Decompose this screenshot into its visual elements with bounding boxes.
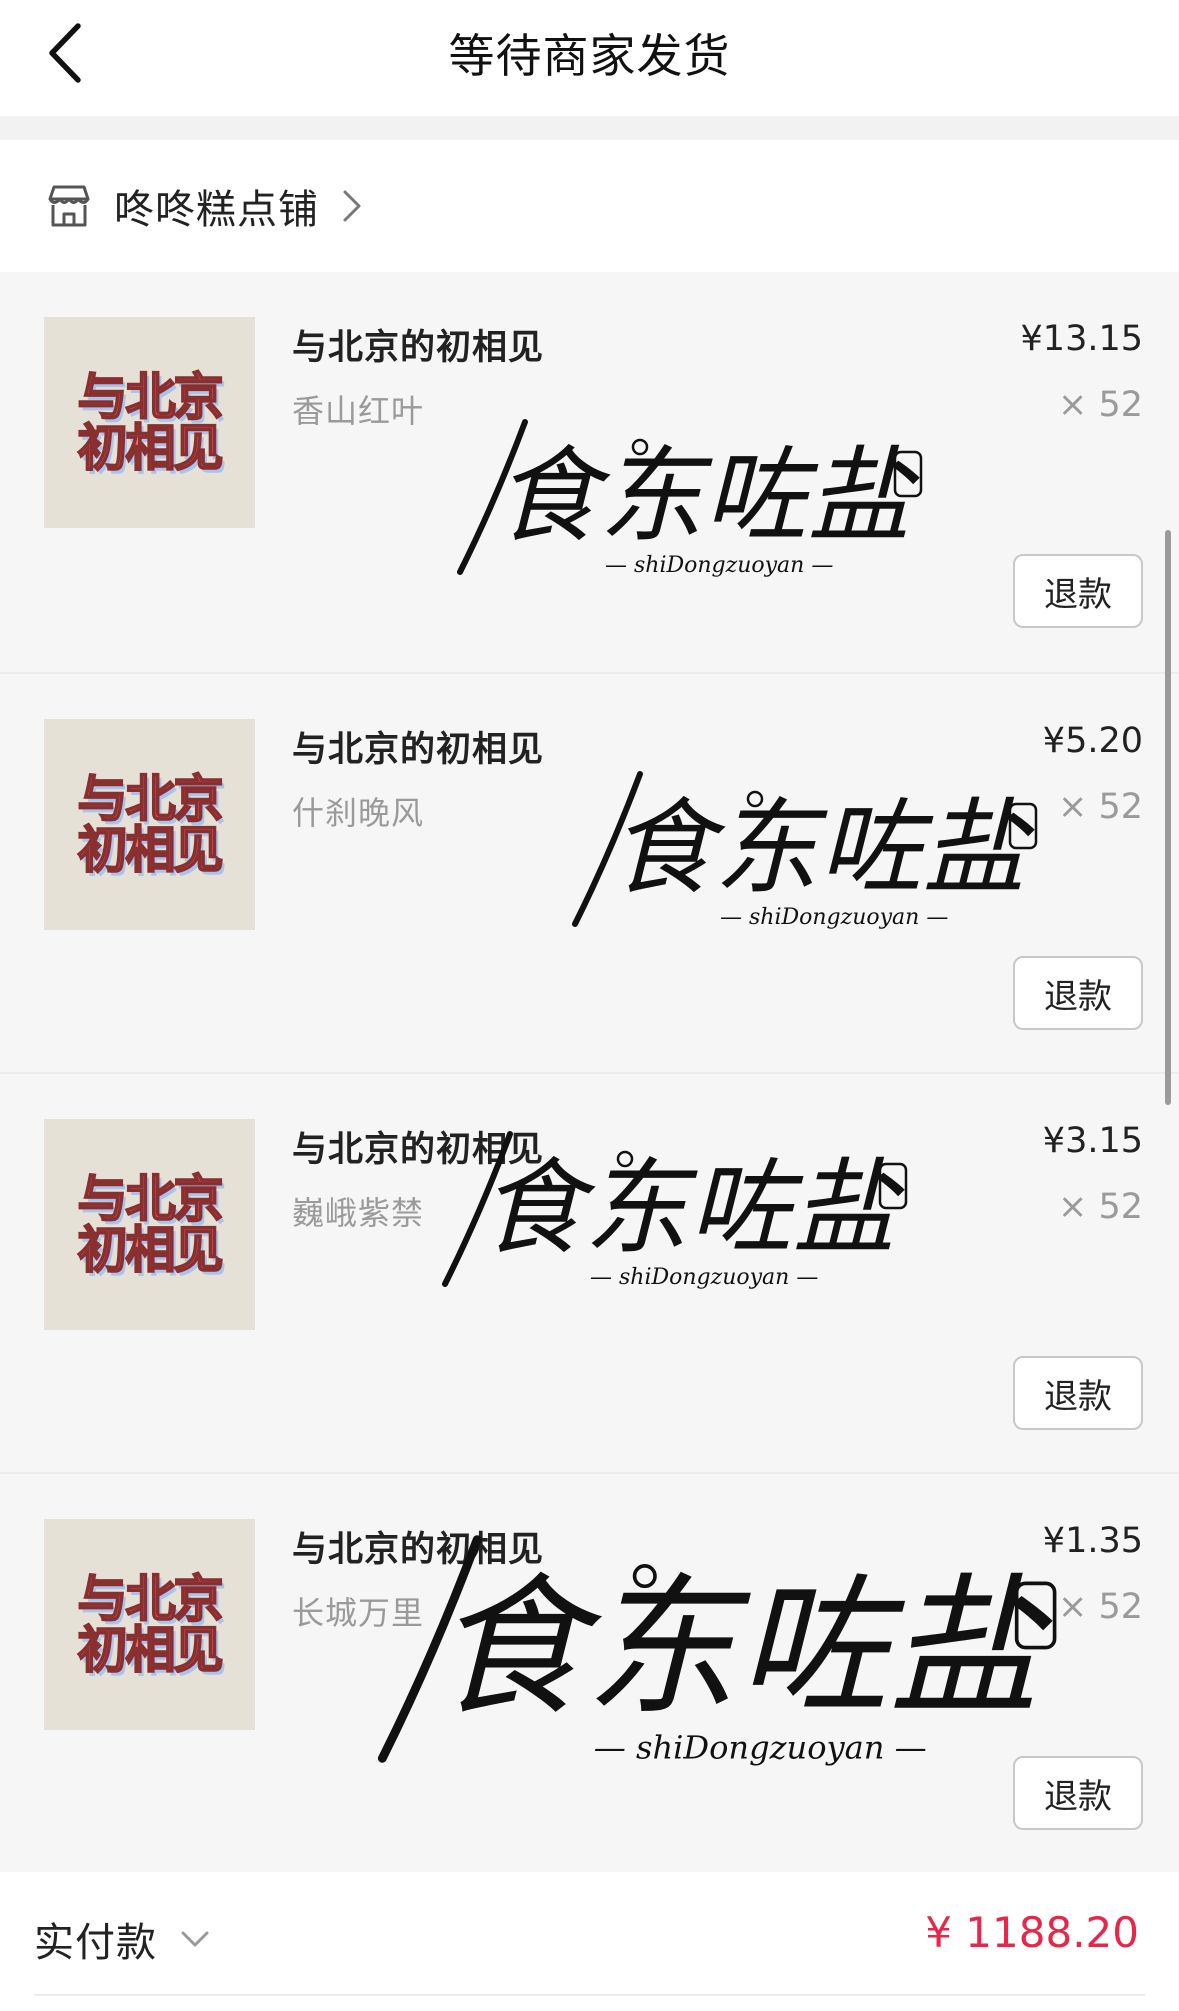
- watermark-text: 食东咗盐: [495, 435, 920, 557]
- product-spec: 什刹晚风: [292, 794, 425, 832]
- payment-amount: ¥ 1188.20: [925, 1908, 1139, 1957]
- product-price: ¥1.35: [1042, 1521, 1143, 1561]
- chevron-right-icon: [343, 190, 361, 222]
- product-spec: 长城万里: [292, 1594, 425, 1632]
- watermark-subtext: — shiDongzuoyan —: [720, 905, 948, 930]
- refund-button[interactable]: 退款: [1013, 956, 1143, 1030]
- nav-bar: 等待商家发货: [0, 0, 1179, 116]
- product-price: ¥3.15: [1042, 1121, 1143, 1161]
- thumbnail-text: 与北京: [77, 769, 225, 828]
- thumbnail-text: 初相见: [77, 820, 225, 879]
- product-name: 与北京的初相见: [292, 730, 545, 770]
- product-thumbnail: 与北京 初相见: [44, 317, 255, 528]
- watermark-subtext: — shiDongzuoyan —: [605, 553, 833, 578]
- watermark-subtext: — shiDongzuoyan —: [590, 1265, 818, 1290]
- store-header: 咚咚糕点铺: [0, 140, 1179, 272]
- thumbnail-text: 与北京: [77, 1169, 225, 1228]
- watermark-subtext: — shiDongzuoyan —: [594, 1728, 927, 1766]
- refund-button[interactable]: 退款: [1013, 1356, 1143, 1430]
- product-quantity: × 52: [1058, 1587, 1143, 1627]
- payment-label-text: 实付款: [34, 1920, 157, 1966]
- payment-label[interactable]: 实付款: [34, 1910, 211, 1968]
- page-title: 等待商家发货: [448, 29, 731, 83]
- scrollbar[interactable]: [1165, 530, 1171, 1105]
- payment-summary: 实付款 ¥ 1188.20: [0, 1872, 1179, 2011]
- product-list: 与北京 初相见 与北京的初相见 香山红叶 ¥13.15 × 52 食东咗盐 — …: [0, 272, 1179, 1872]
- product-name: 与北京的初相见: [292, 1530, 545, 1570]
- product-thumbnail: 与北京 初相见: [44, 1519, 255, 1730]
- product-item[interactable]: 与北京 初相见 与北京的初相见 巍峨紫禁 ¥3.15 × 52 食东咗盐 — s…: [0, 1072, 1179, 1472]
- product-item[interactable]: 与北京 初相见 与北京的初相见 长城万里 ¥1.35 × 52 食东咗盐 — s…: [0, 1472, 1179, 1872]
- product-quantity: × 52: [1058, 385, 1143, 425]
- product-item[interactable]: 与北京 初相见 与北京的初相见 香山红叶 ¥13.15 × 52 食东咗盐 — …: [0, 272, 1179, 672]
- thumbnail-text: 初相见: [77, 1620, 225, 1679]
- product-price: ¥5.20: [1042, 721, 1143, 761]
- product-name: 与北京的初相见: [292, 328, 545, 368]
- product-thumbnail: 与北京 初相见: [44, 1119, 255, 1330]
- thumbnail-text: 与北京: [77, 367, 225, 426]
- store-icon: [48, 185, 90, 227]
- product-spec: 巍峨紫禁: [292, 1194, 425, 1232]
- store-name: 咚咚糕点铺: [114, 187, 319, 233]
- chevron-down-icon: [181, 1931, 209, 1947]
- watermark-text: 食东咗盐: [433, 1559, 1053, 1736]
- thumbnail-text: 初相见: [77, 1220, 225, 1279]
- refund-button[interactable]: 退款: [1013, 1756, 1143, 1830]
- thumbnail-text: 初相见: [77, 418, 225, 477]
- product-quantity: × 52: [1058, 787, 1143, 827]
- watermark-logo: 食东咗盐 — shiDongzuoyan —: [457, 419, 923, 578]
- product-spec: 香山红叶: [292, 392, 425, 430]
- watermark-logo: 食东咗盐 — shiDongzuoyan —: [572, 771, 1038, 930]
- refund-button[interactable]: 退款: [1013, 554, 1143, 628]
- watermark-text: 食东咗盐: [610, 787, 1035, 909]
- product-price: ¥13.15: [1020, 319, 1143, 359]
- product-quantity: × 52: [1058, 1187, 1143, 1227]
- store-link[interactable]: 咚咚糕点铺: [44, 176, 365, 236]
- divider: [34, 1994, 1145, 1996]
- thumbnail-text: 与北京: [77, 1569, 225, 1628]
- product-thumbnail: 与北京 初相见: [44, 719, 255, 930]
- product-name: 与北京的初相见: [292, 1130, 545, 1170]
- product-item[interactable]: 与北京 初相见 与北京的初相见 什刹晚风 ¥5.20 × 52 食东咗盐 — s…: [0, 672, 1179, 1072]
